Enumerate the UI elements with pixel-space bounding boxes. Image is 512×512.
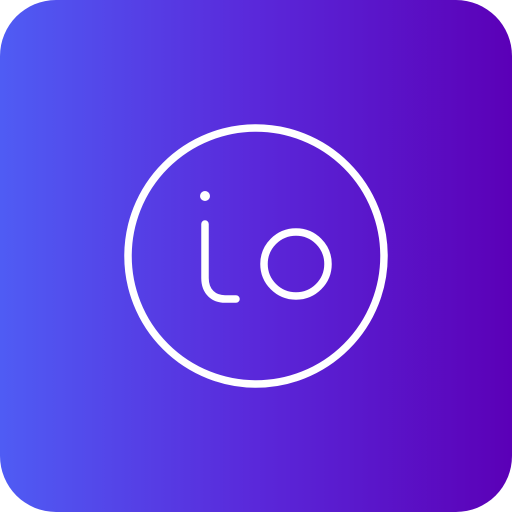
app-icon-tile: io [0, 0, 512, 512]
logo-i-dot-icon [200, 191, 210, 201]
logo-ring-icon [124, 124, 388, 388]
io-logo-icon [124, 124, 388, 388]
logo-i-stem-icon [201, 220, 240, 303]
logo-o-letter-icon [260, 228, 332, 300]
